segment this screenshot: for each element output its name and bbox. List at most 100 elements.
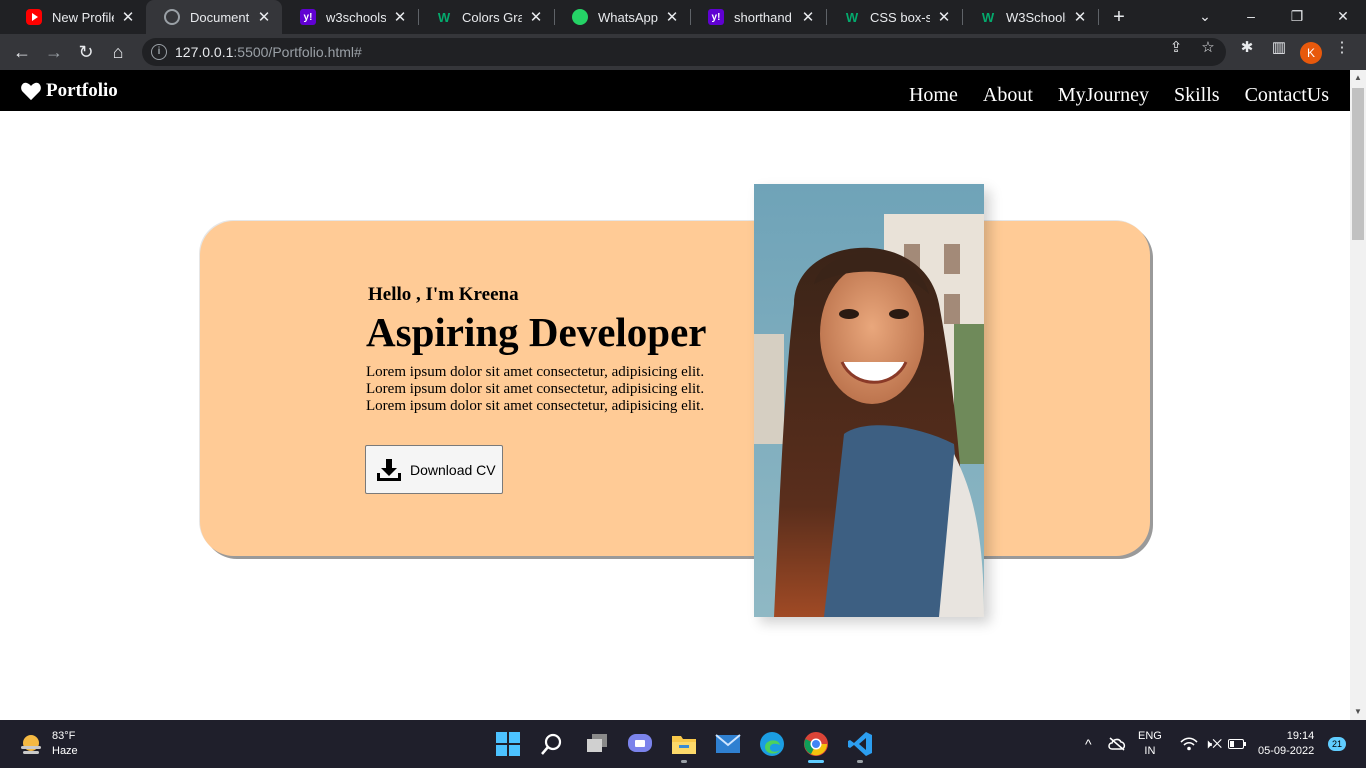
youtube-icon [26, 9, 42, 25]
close-tab-icon[interactable]: ✕ [1072, 8, 1088, 26]
restore-button[interactable]: ❐ [1274, 0, 1320, 34]
battery-icon[interactable] [1228, 720, 1246, 768]
clock[interactable]: 19:14 05-09-2022 [1258, 720, 1314, 768]
minimize-button[interactable]: – [1228, 0, 1274, 34]
nav-skills[interactable]: Skills [1174, 84, 1220, 107]
running-indicator [681, 760, 687, 763]
close-tab-icon[interactable]: ✕ [936, 8, 952, 26]
close-tab-icon[interactable]: ✕ [392, 8, 408, 26]
menu-icon[interactable]: ⋮ [1332, 38, 1352, 56]
page-viewport: Portfolio Home About MyJourney Skills Co… [0, 70, 1350, 720]
tab-title: shorthand pr [734, 9, 794, 25]
tab-title: w3schools co [326, 9, 386, 25]
hero-greeting: Hello , I'm Kreena [368, 284, 519, 305]
home-button[interactable]: ⌂ [106, 40, 130, 64]
tab-strip: New Profile C ✕ Document ✕ y! w3schools … [0, 0, 1366, 34]
yahoo-icon: y! [300, 9, 316, 25]
windows-taskbar: 83°F Haze ^ ENG IN 🕨✕ 19:14 05-09-2022 [0, 720, 1366, 768]
browser-tab-active[interactable]: Document ✕ [146, 0, 282, 34]
lang-bottom: IN [1144, 745, 1156, 757]
nav-about[interactable]: About [983, 84, 1033, 107]
side-panel-icon[interactable]: ▥ [1269, 38, 1289, 56]
profile-photo [754, 184, 984, 617]
nav-home[interactable]: Home [909, 84, 958, 107]
w3schools-icon: W [845, 9, 859, 25]
site-info-icon[interactable]: i [151, 44, 167, 60]
browser-tab[interactable]: y! shorthand pr ✕ [690, 0, 826, 34]
close-tab-icon[interactable]: ✕ [800, 8, 816, 26]
weather-haze-icon [21, 735, 41, 754]
weather-widget[interactable]: 83°F Haze [18, 729, 78, 759]
volume-muted-icon[interactable]: 🕨✕ [1204, 720, 1222, 768]
close-tab-icon[interactable]: ✕ [528, 8, 544, 26]
tab-search-icon[interactable]: ⌄ [1182, 0, 1228, 34]
scrollbar-thumb[interactable] [1352, 88, 1364, 240]
file-explorer-icon[interactable] [669, 729, 699, 759]
close-window-button[interactable]: ✕ [1320, 0, 1366, 34]
w3schools-icon: W [437, 9, 451, 25]
nav-links: Home About MyJourney Skills ContactUs [909, 84, 1329, 107]
whatsapp-icon [572, 9, 588, 25]
tab-title: New Profile C [52, 9, 114, 25]
nav-contactus[interactable]: ContactUs [1245, 84, 1329, 107]
download-cv-label: Download CV [410, 461, 496, 478]
show-hidden-icons[interactable]: ^ [1085, 720, 1092, 768]
browser-tab[interactable]: WhatsApp ✕ [554, 0, 690, 34]
browser-tab[interactable]: New Profile C ✕ [8, 0, 146, 34]
tab-title: Colors Gradie [462, 9, 522, 25]
nav-myjourney[interactable]: MyJourney [1058, 84, 1149, 107]
download-cv-button[interactable]: Download CV [365, 445, 503, 494]
url-path: :5500/Portfolio.html# [233, 44, 362, 60]
w3schools-icon: W [981, 9, 995, 25]
forward-button[interactable]: → [42, 40, 66, 64]
windows-logo-icon [496, 732, 520, 756]
task-view-icon[interactable] [582, 729, 612, 759]
profile-avatar[interactable]: K [1300, 42, 1322, 64]
clock-time: 19:14 [1286, 730, 1315, 742]
mail-icon[interactable] [713, 729, 743, 759]
clock-date: 05-09-2022 [1258, 745, 1315, 757]
notification-badge[interactable]: 21 [1328, 737, 1346, 751]
download-icon [377, 458, 401, 481]
language-indicator[interactable]: ENG IN [1138, 720, 1162, 768]
browser-tab[interactable]: W CSS box-shad ✕ [826, 0, 962, 34]
close-tab-icon[interactable]: ✕ [256, 8, 272, 26]
browser-toolbar: ← → ↻ ⌂ i 127.0.0.1:5500/Portfolio.html#… [0, 34, 1366, 70]
scroll-down-icon[interactable]: ▼ [1350, 704, 1366, 720]
brand-logo[interactable]: Portfolio [20, 80, 118, 102]
close-tab-icon[interactable]: ✕ [120, 8, 136, 26]
active-app-indicator [808, 760, 824, 763]
url-host: 127.0.0.1 [175, 44, 234, 60]
brand-name: Portfolio [46, 80, 118, 101]
browser-tab[interactable]: W W3Schools Tr ✕ [962, 0, 1098, 34]
bookmark-star-icon[interactable]: ☆ [1198, 38, 1218, 56]
heart-icon [21, 82, 41, 101]
new-tab-button[interactable]: + [1108, 6, 1130, 28]
tab-title: W3Schools Tr [1006, 9, 1066, 25]
tab-divider [1098, 9, 1099, 25]
site-navbar: Portfolio Home About MyJourney Skills Co… [0, 70, 1350, 111]
close-tab-icon[interactable]: ✕ [664, 8, 680, 26]
onedrive-icon[interactable] [1108, 720, 1126, 768]
scroll-up-icon[interactable]: ▲ [1350, 70, 1366, 86]
chrome-icon[interactable] [801, 729, 831, 759]
address-bar[interactable]: i 127.0.0.1:5500/Portfolio.html# [142, 38, 1226, 66]
start-button[interactable] [493, 729, 523, 759]
browser-tab[interactable]: y! w3schools co ✕ [282, 0, 418, 34]
edge-browser-icon[interactable] [757, 729, 787, 759]
globe-icon [164, 9, 180, 25]
hero-bio: Lorem ipsum dolor sit amet consectetur, … [366, 364, 726, 415]
extensions-icon[interactable]: ✱ [1237, 38, 1257, 56]
reload-button[interactable]: ↻ [74, 40, 98, 64]
vscode-icon[interactable] [845, 729, 875, 759]
hero-headline: Aspiring Developer [366, 309, 707, 355]
back-button[interactable]: ← [10, 40, 34, 64]
lang-top: ENG [1138, 730, 1162, 742]
wifi-icon[interactable] [1180, 720, 1198, 768]
page-scrollbar[interactable]: ▲ ▼ [1350, 70, 1366, 720]
share-icon[interactable]: ⇪ [1166, 38, 1186, 56]
search-icon[interactable] [537, 729, 567, 759]
browser-tab[interactable]: W Colors Gradie ✕ [418, 0, 554, 34]
bio-line: Lorem ipsum dolor sit amet consectetur, … [366, 381, 705, 397]
teams-chat-icon[interactable] [625, 729, 655, 759]
